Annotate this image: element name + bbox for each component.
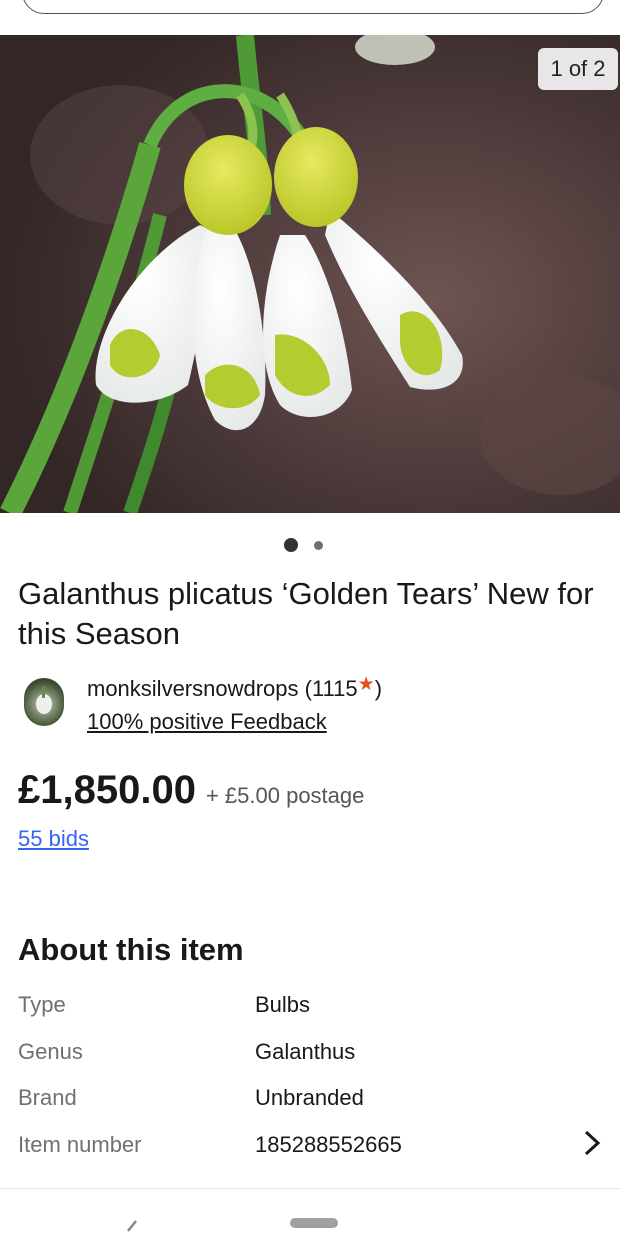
spec-value: 185288552665 bbox=[255, 1132, 402, 1157]
spec-value: Bulbs bbox=[255, 992, 311, 1017]
seller-name-text: monksilversnowdrops (1115 bbox=[87, 676, 358, 701]
page-dot-active[interactable] bbox=[284, 538, 298, 552]
seller-feedback-link[interactable]: 100% positive Feedback bbox=[87, 709, 327, 735]
product-image[interactable]: 1 of 2 bbox=[0, 35, 620, 513]
spec-label: Genus bbox=[18, 1039, 83, 1064]
spec-row-type: Type Bulbs bbox=[18, 992, 608, 1032]
spec-value: Galanthus bbox=[255, 1039, 356, 1064]
spec-row-item-number[interactable]: Item number 185288552665 bbox=[18, 1130, 608, 1172]
seller-name[interactable]: monksilversnowdrops (1115★) bbox=[87, 674, 383, 702]
seller-name-suffix: ) bbox=[374, 676, 383, 701]
spec-value: Unbranded bbox=[255, 1085, 364, 1110]
back-icon[interactable] bbox=[122, 1213, 142, 1233]
page-dot[interactable] bbox=[314, 540, 323, 550]
listing-title: Galanthus plicatus ‘Golden Tears’ New fo… bbox=[18, 576, 594, 651]
about-heading: About this item bbox=[18, 932, 244, 967]
seller-avatar[interactable] bbox=[24, 678, 64, 726]
image-counter: 1 of 2 bbox=[538, 48, 618, 90]
star-icon: ★ bbox=[357, 674, 375, 695]
spec-row-genus: Genus Galanthus bbox=[18, 1039, 608, 1079]
system-navigation-bar bbox=[0, 1188, 620, 1232]
spec-label: Type bbox=[18, 992, 66, 1017]
current-bid-price: £1,850.00 bbox=[18, 768, 196, 812]
spec-label: Item number bbox=[18, 1132, 142, 1157]
spec-row-brand: Brand Unbranded bbox=[18, 1085, 608, 1125]
gallery-pagination bbox=[0, 538, 620, 552]
postage-cost: + £5.00 postage bbox=[205, 783, 365, 808]
spec-label: Brand bbox=[18, 1085, 77, 1110]
snowdrop-photo bbox=[0, 35, 620, 513]
home-handle[interactable] bbox=[290, 1218, 338, 1228]
price-row: £1,850.00 + £5.00 postage bbox=[18, 768, 364, 813]
bids-link[interactable]: 55 bids bbox=[18, 826, 89, 852]
search-bar[interactable] bbox=[22, 0, 604, 14]
chevron-right-icon[interactable] bbox=[580, 1128, 604, 1158]
